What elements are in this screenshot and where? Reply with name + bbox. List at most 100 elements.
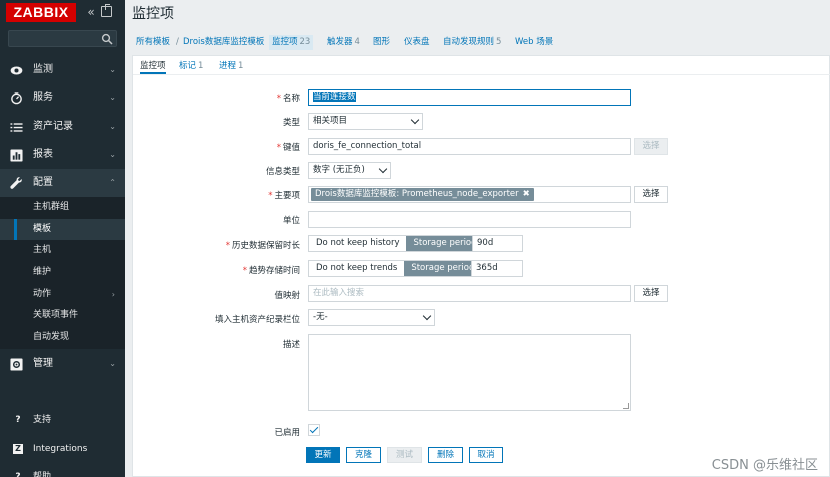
configuration-submenu: 主机群组 模板 主机 维护 动作 › 关联项事件 自动发现 (0, 197, 125, 349)
trends-label: * 趋势存储时间 (243, 264, 300, 276)
trends-storage-period-option[interactable]: Storage period (404, 261, 482, 276)
trends-period-field[interactable]: 365d (471, 260, 523, 277)
master-item-value: Drois数据库监控模板: Prometheus_node_exporter (315, 189, 519, 199)
value-mapping-label: 值映射 (274, 291, 300, 301)
master-item-chip: Drois数据库监控模板: Prometheus_node_exporter ✖ (311, 188, 534, 201)
tab-graphs[interactable]: 图形 (373, 35, 390, 50)
subtab-label: 进程 (219, 61, 237, 71)
subtab-tags[interactable]: 标记 1 (179, 58, 203, 74)
menu-reports[interactable]: 报表 ⌄ (0, 141, 125, 169)
key-field[interactable]: doris_fe_connection_total (308, 138, 631, 155)
integrations-label: Integrations (33, 444, 88, 454)
submenu-templates[interactable]: 模板 (0, 218, 125, 241)
master-item-field[interactable]: Drois数据库监控模板: Prometheus_node_exporter ✖ (308, 186, 631, 203)
inventory-field-select[interactable]: -无- (308, 309, 435, 326)
breadcrumb-separator: / (176, 37, 179, 47)
integrations-link[interactable]: Z Integrations (0, 435, 125, 463)
tab-dashboards[interactable]: 仪表盘 (404, 35, 430, 50)
trends-label-text: 趋势存储时间 (248, 266, 300, 276)
main-area: 监控项 所有模板 / Drois数据库监控模板 监控项 23 触发器 4 图形 仪表… (125, 0, 830, 477)
breadcrumb-all-templates[interactable]: 所有模板 (136, 35, 170, 50)
help-icon: ? (15, 472, 21, 477)
update-button[interactable]: 更新 (306, 447, 340, 463)
breadcrumb-template[interactable]: Drois数据库监控模板 (183, 35, 264, 50)
value-mapping-select-button[interactable]: 选择 (634, 285, 668, 302)
subtab-preprocessing[interactable]: 进程 1 (219, 58, 243, 74)
trends-mode-toggle[interactable]: Do not keep trends Storage period (308, 260, 483, 277)
subtab-label: 监控项 (140, 61, 166, 71)
description-textarea[interactable] (308, 334, 631, 411)
clone-button[interactable]: 克隆 (346, 447, 381, 463)
value-mapping-field[interactable]: 在此输入搜索 (308, 285, 631, 302)
required-mark: * (225, 241, 230, 251)
chart-icon (10, 149, 23, 162)
history-do-not-keep-option[interactable]: Do not keep history (309, 236, 407, 251)
list-icon (10, 123, 23, 132)
subtab-item[interactable]: 监控项 (140, 58, 166, 74)
tab-count: 23 (299, 37, 311, 47)
cancel-button[interactable]: 取消 (469, 447, 503, 463)
trends-do-not-keep-option[interactable]: Do not keep trends (309, 261, 405, 276)
test-button[interactable]: 测试 (387, 447, 422, 463)
chevron-down-icon: ⌄ (109, 122, 116, 131)
menu-services[interactable]: 服务 ⌄ (0, 84, 125, 112)
key-select-button[interactable]: 选择 (634, 138, 668, 155)
enabled-label: 已启用 (274, 428, 300, 438)
zabbix-logo[interactable]: ZABBIX (6, 3, 76, 22)
resize-grip-icon[interactable] (623, 403, 629, 409)
master-item-label: * 主要项 (268, 189, 300, 201)
key-label: * 键值 (277, 141, 300, 153)
sidebar: ZABBIX « 监测 ⌄ 服务 ⌄ 资产记录 ⌄ 报表 ⌄ 配置 ⌃ 主机群组… (0, 0, 125, 477)
search-input[interactable] (9, 31, 99, 46)
chevron-down-icon: ⌄ (109, 359, 116, 368)
tab-items[interactable]: 监控项 23 (269, 35, 314, 50)
remove-icon[interactable]: ✖ (523, 189, 530, 199)
info-type-label: 信息类型 (265, 167, 300, 177)
submenu-host-groups[interactable]: 主机群组 (0, 197, 125, 219)
tab-label: 图形 (373, 37, 391, 47)
menu-label: 资产记录 (33, 121, 73, 132)
submenu-hosts[interactable]: 主机 (0, 240, 125, 262)
help-link[interactable]: ? 帮助 (0, 463, 125, 477)
history-mode-toggle[interactable]: Do not keep history Storage period (308, 235, 485, 252)
history-label: * 历史数据保留时长 (226, 239, 300, 251)
tab-label: 自动发现规则 (443, 37, 495, 47)
submenu-actions[interactable]: 动作 › (0, 284, 125, 306)
name-field[interactable]: 当前连接数 (308, 89, 631, 106)
menu-inventory[interactable]: 资产记录 ⌄ (0, 113, 125, 141)
chevron-down-icon: ⌄ (109, 150, 116, 159)
submenu-event-correlation[interactable]: 关联项事件 (0, 305, 125, 327)
info-type-select[interactable]: 数字 (无正负) (308, 162, 391, 179)
collapse-sidebar-icon[interactable]: « (84, 4, 98, 20)
sidebar-search[interactable] (8, 30, 117, 47)
type-label: 类型 (282, 118, 300, 128)
support-link[interactable]: ? 支持 (0, 406, 125, 434)
delete-button[interactable]: 删除 (428, 447, 463, 463)
info-type-value: 数字 (无正负) (313, 165, 365, 175)
enabled-checkbox[interactable] (308, 424, 320, 436)
menu-label: 配置 (33, 177, 53, 188)
tab-count: 5 (496, 37, 502, 47)
required-mark: * (276, 143, 281, 153)
tab-discovery-rules[interactable]: 自动发现规则 5 (443, 35, 501, 50)
tab-label: Web 场景 (515, 37, 554, 47)
name-label-text: 名称 (282, 94, 300, 104)
item-form-panel: 监控项 标记 1 进程 1 * 名称 当前连接数 类型 相关项目 * 键值 doris_… (132, 55, 830, 477)
tab-web-scenarios[interactable]: Web 场景 (515, 35, 553, 50)
kiosk-mode-icon[interactable] (101, 4, 112, 17)
type-select[interactable]: 相关项目 (308, 113, 423, 130)
menu-monitoring[interactable]: 监测 ⌄ (0, 56, 125, 84)
chevron-down-icon (422, 311, 432, 321)
submenu-discovery[interactable]: 自动发现 (0, 327, 125, 349)
menu-configuration[interactable]: 配置 ⌃ (0, 169, 125, 197)
search-icon[interactable] (101, 33, 113, 45)
master-select-button[interactable]: 选择 (634, 186, 668, 203)
tab-triggers[interactable]: 触发器 4 (327, 35, 360, 50)
type-value: 相关项目 (313, 116, 348, 126)
menu-label: 服务 (33, 92, 53, 103)
history-period-field[interactable]: 90d (472, 235, 523, 252)
menu-administration[interactable]: 管理 ⌄ (0, 350, 125, 378)
units-field[interactable] (308, 211, 631, 228)
breadcrumb-tabs: 所有模板 / Drois数据库监控模板 监控项 23 触发器 4 图形 仪表盘 自动… (132, 32, 830, 52)
submenu-maintenance[interactable]: 维护 (0, 262, 125, 284)
